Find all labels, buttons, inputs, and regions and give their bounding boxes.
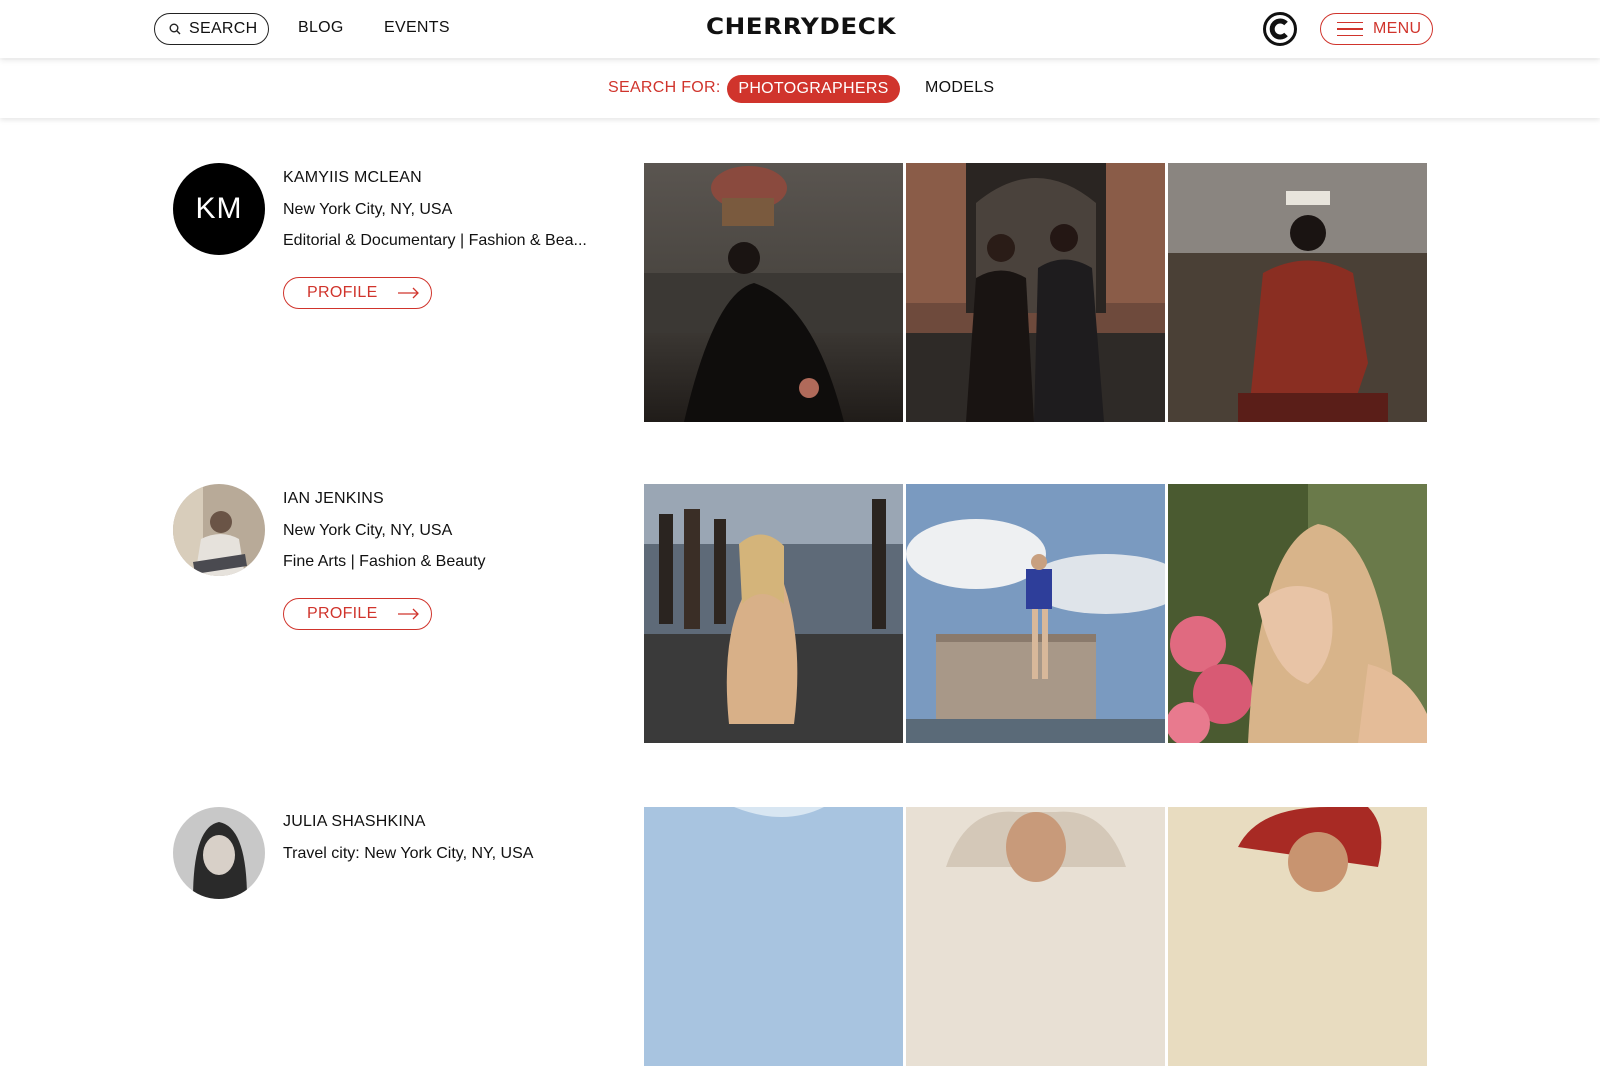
- hamburger-icon: [1337, 21, 1363, 37]
- portfolio-photo[interactable]: [906, 484, 1165, 743]
- profile-specialties: Editorial & Documentary | Fashion & Bea.…: [283, 232, 587, 249]
- profile-button[interactable]: PROFILE: [283, 598, 432, 630]
- profile-card: JULIA SHASHKINA Travel city: New York Ci…: [0, 807, 1600, 1067]
- profile-button[interactable]: PROFILE: [283, 277, 432, 309]
- profile-card: IAN JENKINS New York City, NY, USA Fine …: [0, 484, 1600, 744]
- portfolio-photo[interactable]: [906, 807, 1165, 1066]
- profile-button-label: PROFILE: [307, 605, 378, 622]
- profile-name[interactable]: KAMYIIS MCLEAN: [283, 169, 422, 187]
- cherrydeck-c-icon[interactable]: [1263, 12, 1297, 46]
- profile-specialties: Fine Arts | Fashion & Beauty: [283, 553, 486, 570]
- arrow-right-icon: [398, 608, 419, 620]
- profile-name[interactable]: JULIA SHASHKINA: [283, 813, 426, 831]
- filter-models[interactable]: MODELS: [925, 79, 994, 97]
- search-filter-bar: SEARCH FOR: PHOTOGRAPHERS MODELS: [0, 60, 1600, 118]
- filter-photographers[interactable]: PHOTOGRAPHERS: [727, 75, 900, 103]
- search-button[interactable]: SEARCH: [154, 13, 269, 45]
- avatar[interactable]: [173, 807, 265, 899]
- menu-button[interactable]: MENU: [1320, 13, 1433, 45]
- portfolio-photo[interactable]: [1168, 484, 1427, 743]
- search-label: SEARCH: [189, 20, 258, 37]
- profile-card: KM KAMYIIS MCLEAN New York City, NY, USA…: [0, 163, 1600, 423]
- profile-location: Travel city: New York City, NY, USA: [283, 845, 534, 862]
- arrow-right-icon: [398, 287, 419, 299]
- avatar[interactable]: KM: [173, 163, 265, 255]
- portfolio-photo[interactable]: [644, 807, 903, 1066]
- profile-button-label: PROFILE: [307, 284, 378, 301]
- nav-link-blog[interactable]: BLOG: [298, 19, 344, 37]
- nav-link-events[interactable]: EVENTS: [384, 19, 450, 37]
- portfolio-photo[interactable]: [644, 163, 903, 422]
- portfolio-photo[interactable]: [1168, 163, 1427, 422]
- top-navigation: SEARCH BLOG EVENTS CHERRYDECK MENU: [0, 0, 1600, 58]
- portfolio-photo[interactable]: [906, 163, 1165, 422]
- site-logo[interactable]: CHERRYDECK: [670, 15, 932, 41]
- magnifier-icon: [169, 23, 181, 35]
- profile-name[interactable]: IAN JENKINS: [283, 490, 384, 508]
- avatar[interactable]: [173, 484, 265, 576]
- portfolio-photo[interactable]: [644, 484, 903, 743]
- filter-label: SEARCH FOR:: [608, 79, 721, 96]
- profile-location: New York City, NY, USA: [283, 522, 453, 539]
- profile-location: New York City, NY, USA: [283, 201, 453, 218]
- portfolio-photo[interactable]: [1168, 807, 1427, 1066]
- menu-label: MENU: [1373, 20, 1422, 37]
